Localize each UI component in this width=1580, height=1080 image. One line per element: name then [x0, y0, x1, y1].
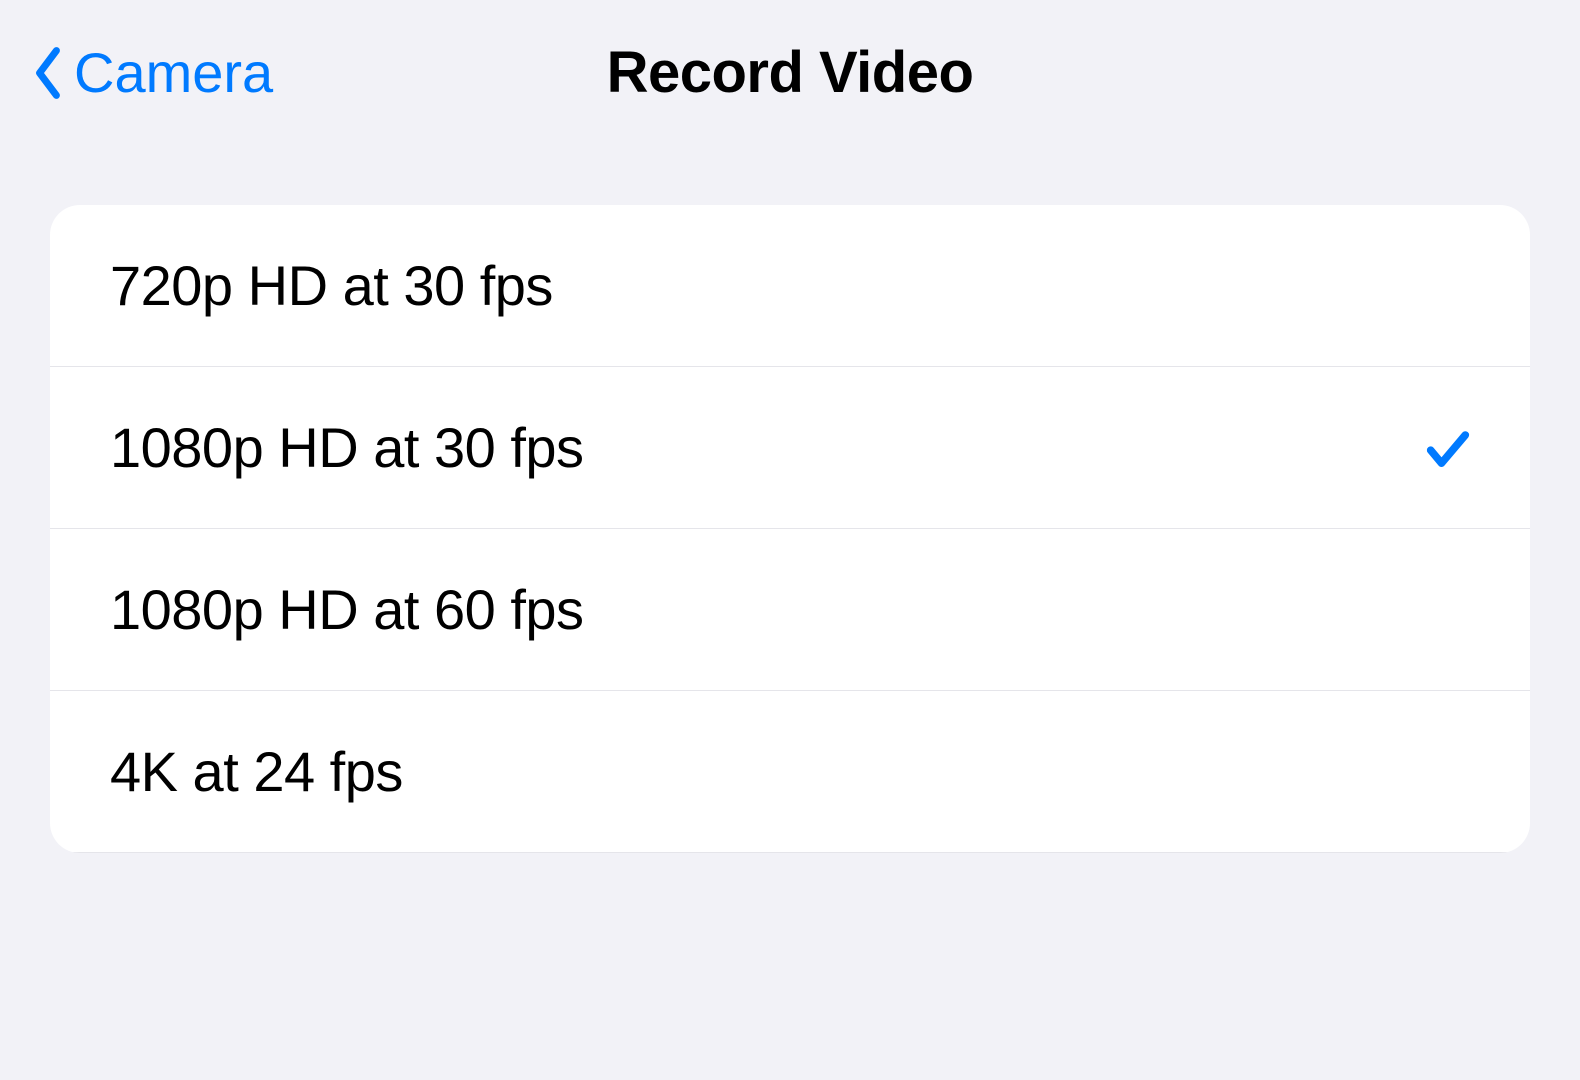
page-title: Record Video	[607, 39, 974, 106]
option-720p-30[interactable]: 720p HD at 30 fps	[50, 205, 1530, 367]
list-item-label: 720p HD at 30 fps	[110, 253, 553, 318]
list-item-label: 1080p HD at 60 fps	[110, 577, 584, 642]
option-1080p-60[interactable]: 1080p HD at 60 fps	[50, 529, 1530, 691]
nav-header: Camera Record Video	[0, 0, 1580, 145]
back-label: Camera	[74, 40, 273, 105]
back-button[interactable]: Camera	[30, 40, 273, 105]
list-item-label: 1080p HD at 30 fps	[110, 415, 584, 480]
list-item-label: 4K at 24 fps	[110, 739, 403, 804]
checkmark-icon	[1422, 422, 1474, 474]
options-list: 720p HD at 30 fps 1080p HD at 30 fps 108…	[50, 205, 1530, 853]
chevron-left-icon	[30, 45, 66, 101]
option-1080p-30[interactable]: 1080p HD at 30 fps	[50, 367, 1530, 529]
option-4k-24[interactable]: 4K at 24 fps	[50, 691, 1530, 853]
